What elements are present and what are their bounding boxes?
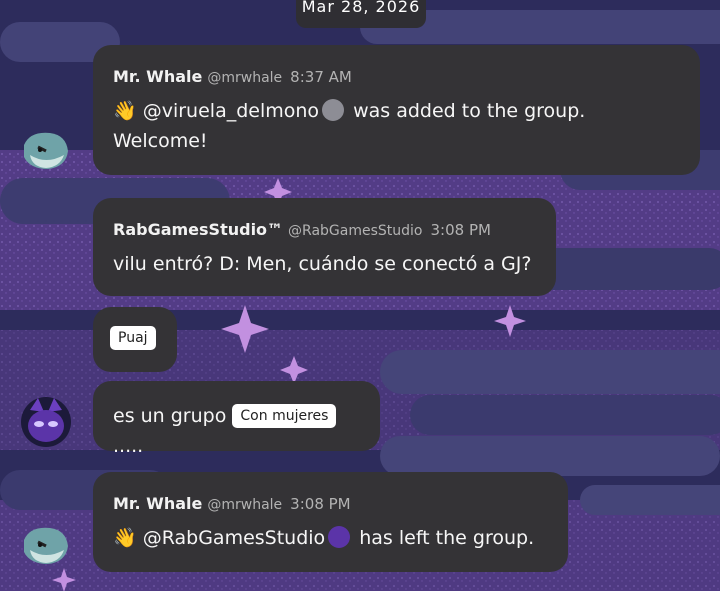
timestamp: 3:08 PM <box>430 221 491 239</box>
author-name[interactable]: Mr. Whale <box>113 494 202 513</box>
message-bubble[interactable]: es un grupo Con mujeres..... <box>93 381 380 457</box>
mrwhale-avatar-2[interactable] <box>20 520 72 572</box>
wave-icon: 👋 <box>113 527 137 549</box>
wave-icon: 👋 <box>113 100 137 122</box>
user-avatar-icon <box>328 526 351 548</box>
rabgames-avatar[interactable] <box>20 396 72 448</box>
message-bubble[interactable]: Mr. Whale @mrwhale 8:37 AM 👋 @viruela_delm… <box>93 45 700 175</box>
sticker-pill[interactable]: Puaj <box>110 326 156 350</box>
message-header: RabGamesStudio™ @RabGamesStudio 3:08 PM <box>113 220 536 241</box>
mrwhale-avatar[interactable] <box>20 125 72 177</box>
mention[interactable]: @viruela_delmono <box>143 100 319 122</box>
message-text: es un grupo Con mujeres..... <box>113 401 360 461</box>
timestamp: 3:08 PM <box>290 495 351 513</box>
author-name[interactable]: Mr. Whale <box>113 67 202 86</box>
author-handle: @mrwhale <box>207 497 283 513</box>
author-handle: @RabGamesStudio <box>288 223 423 239</box>
message-bubble[interactable]: Mr. Whale @mrwhale 3:08 PM 👋 @RabGamesStud… <box>93 472 568 572</box>
message-header: Mr. Whale @mrwhale 8:37 AM <box>113 67 680 88</box>
user-avatar-icon <box>322 99 345 121</box>
date-divider: Mar 28, 2026 <box>296 0 426 28</box>
whale-avatar-icon <box>24 527 68 564</box>
message-text: vilu entró? D: Men, cuándo se conectó a … <box>113 253 532 275</box>
message-bubble[interactable]: RabGamesStudio™ @RabGamesStudio 3:08 PM vi… <box>93 198 556 296</box>
message-bubble[interactable]: Puaj <box>93 307 177 372</box>
mention[interactable]: @RabGamesStudio <box>143 527 325 549</box>
sticker-pill[interactable]: Con mujeres <box>232 404 337 428</box>
message-text: 👋 @viruela_delmono was added to the grou… <box>113 99 586 152</box>
message-header: Mr. Whale @mrwhale 3:08 PM <box>113 494 548 515</box>
whale-avatar-icon <box>24 132 68 169</box>
purple-creature-avatar-icon <box>21 397 71 447</box>
message-text: 👋 @RabGamesStudio has left the group. <box>113 526 535 549</box>
timestamp: 8:37 AM <box>290 68 352 86</box>
author-name[interactable]: RabGamesStudio™ <box>113 220 283 239</box>
author-handle: @mrwhale <box>207 70 283 86</box>
